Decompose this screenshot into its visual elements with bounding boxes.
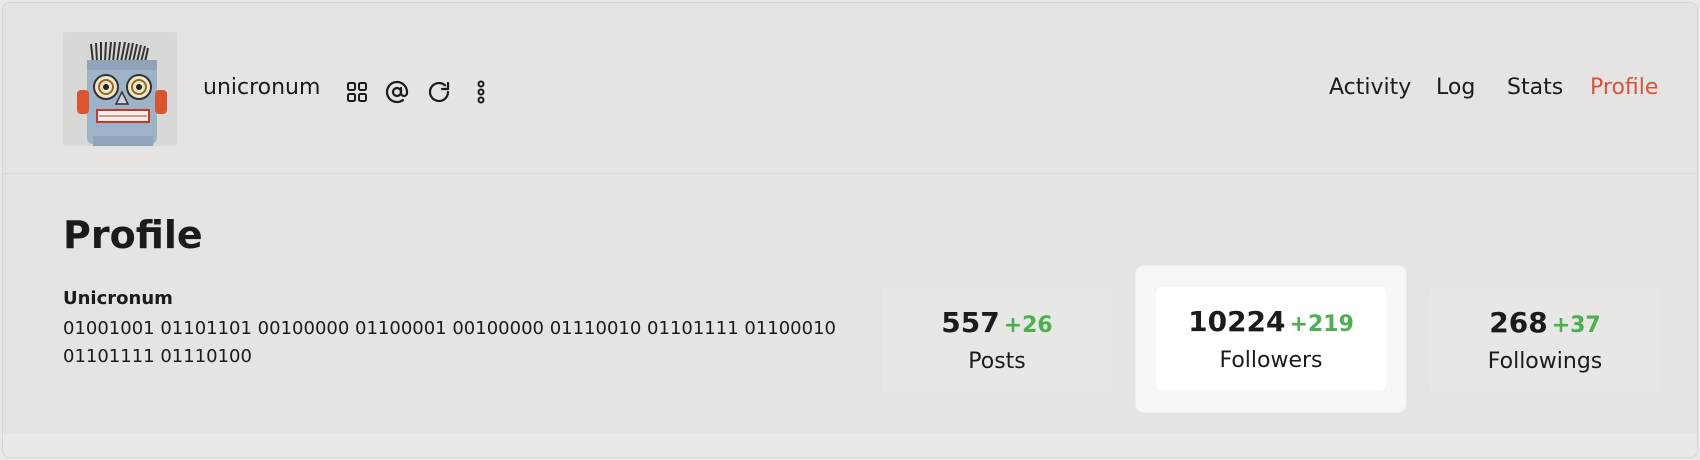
stat-posts-value: 557 [941,306,1000,339]
stat-followers-value-row: 10224 +219 [1156,305,1386,342]
stat-card-followings[interactable]: 268 +37 Followings [1429,287,1661,393]
stat-followers-value: 10224 [1188,305,1286,338]
stat-card-posts[interactable]: 557 +26 Posts [881,287,1113,393]
robot-avatar-image [63,32,177,146]
stat-followers-label: Followers [1219,348,1323,373]
stat-followings-value: 268 [1489,306,1548,339]
bio-name: Unicronum [63,288,173,309]
username[interactable]: unicronum [203,75,320,100]
nav-stats[interactable]: Stats [1507,75,1563,100]
profile-window: unicronum Activity Log Stats Profile Pro… [2,2,1698,458]
page-title: Profile [63,213,203,257]
stat-posts-label: Posts [968,349,1026,374]
stat-followings-delta: +37 [1551,313,1601,338]
nav-activity[interactable]: Activity [1329,75,1411,100]
header-bar: unicronum Activity Log Stats Profile [3,3,1697,174]
stat-card-followers[interactable]: 10224 +219 Followers [1156,287,1386,391]
stat-posts-value-row: 557 +26 [882,306,1112,343]
at-icon[interactable] [384,79,410,105]
bottom-band [3,434,1697,457]
refresh-icon[interactable] [426,79,452,105]
grid-icon[interactable] [344,79,370,105]
nav-log[interactable]: Log [1436,75,1475,100]
more-vertical-icon[interactable] [468,79,494,105]
avatar[interactable] [63,32,177,146]
nav-profile[interactable]: Profile [1590,75,1658,100]
stat-followings-label: Followings [1487,349,1603,374]
stat-followings-value-row: 268 +37 [1430,306,1660,343]
bio-text: 01001001 01101101 00100000 01100001 0010… [63,318,836,367]
stat-posts-delta: +26 [1003,313,1053,338]
stat-followers-delta: +219 [1289,312,1354,337]
